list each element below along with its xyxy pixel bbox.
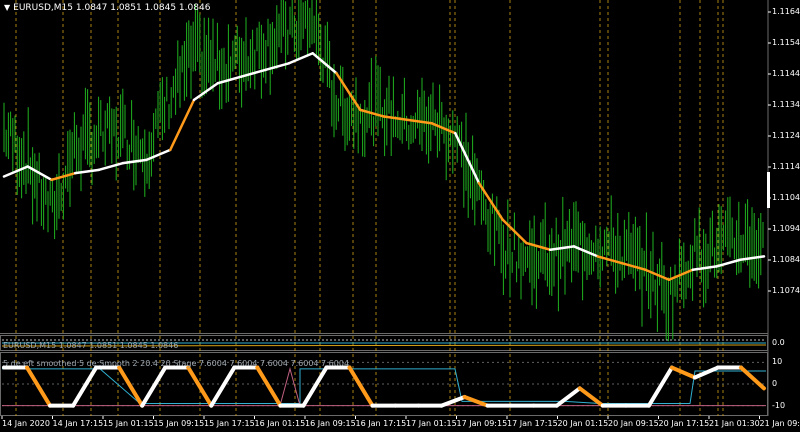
price-axis-label: 1.1144: [772, 69, 800, 78]
moving-average-segment: [169, 98, 196, 152]
indicator2-label: 5 de eft smoothed 5 de Smooth 2 20.4 20 …: [3, 359, 350, 368]
time-axis-label: 15 Jan 17:15: [204, 419, 255, 428]
indicator-axis-label: -10: [772, 400, 786, 410]
moving-average-segment: [311, 52, 338, 75]
indicator-axis-label: 0: [772, 379, 778, 388]
moving-average-segment: [454, 131, 481, 185]
time-axis-label: 16 Jan 17:15: [355, 419, 407, 428]
time-axis-label: 21 Jan 01:30: [709, 419, 760, 428]
indicator2-stage-segment: [669, 365, 697, 380]
indicator-axis-label: 10: [772, 357, 783, 367]
moving-average-segment: [691, 265, 718, 271]
indicator2-stage-segment: [439, 395, 467, 408]
moving-average-segment: [667, 268, 694, 281]
chart-title: ▼ EURUSD,M15 1.0847 1.0851 1.0845 1.0846: [4, 3, 210, 13]
indicator2-stage-segment: [25, 365, 53, 408]
indicator2-stage-segment: [646, 365, 674, 408]
ohlc-values: 1.0847 1.0851 1.0845 1.0846: [75, 3, 211, 13]
dropdown-triangle-icon[interactable]: ▼: [4, 3, 10, 12]
indicator2-stage-segment: [255, 365, 283, 408]
price-axis-label: 1.1074: [772, 286, 800, 295]
time-axis-label: 17 Jan 17:15: [507, 419, 558, 428]
time-axis-label: 21 Jan 09:30: [759, 419, 800, 428]
indicator1-label: EURUSD,M15 1.0847 1.0851 1.0845 1.0846: [3, 341, 179, 350]
price-axis-label: 1.1124: [772, 131, 800, 140]
symbol-label: EURUSD,M15: [13, 3, 73, 13]
price-axis-label: 1.1134: [772, 100, 800, 109]
indicator2-stage-segment: [301, 365, 329, 408]
time-axis-label: 17 Jan 01:15: [406, 419, 457, 428]
moving-average-segment: [477, 181, 504, 222]
indicator2-stage-segment: [209, 365, 237, 408]
moving-average-segment: [335, 72, 362, 112]
moving-average-segment: [572, 245, 599, 258]
indicator2-stage-segment: [140, 365, 168, 408]
moving-average-segment: [287, 52, 314, 65]
time-axis-label: 17 Jan 09:15: [456, 419, 508, 428]
time-axis-label: 20 Jan 09:15: [608, 419, 659, 428]
price-axis-label: 1.1164: [772, 7, 800, 16]
price-axis-label: 1.1094: [772, 224, 800, 233]
moving-average-segment: [192, 82, 219, 102]
time-axis-label: 20 Jan 01:15: [557, 419, 609, 428]
price-axis-label: 1.1154: [772, 38, 800, 47]
time-axis-label: 20 Jan 17:15: [658, 419, 710, 428]
indicator2-stage-segment: [117, 365, 145, 408]
time-axis-label: 14 Jan 17:15: [52, 419, 104, 428]
time-axis-label: 16 Jan 09:15: [305, 419, 356, 428]
time-axis-label: 15 Jan 09:15: [153, 419, 205, 428]
time-axis-label: 15 Jan 01:15: [103, 419, 154, 428]
indicator-axis-label: 0.0: [772, 338, 785, 347]
price-axis-label: 1.1114: [772, 162, 800, 171]
moving-average-segment: [97, 161, 124, 172]
indicator2-stage-segment: [692, 365, 720, 380]
price-axis-label: 1.1084: [772, 255, 800, 264]
time-axis-label: 14 Jan 2020: [2, 419, 50, 428]
current-price-marker: [767, 172, 770, 208]
indicator2-stage-segment: [554, 386, 582, 408]
moving-average-segment: [145, 148, 172, 162]
indicator2-stage-segment: [71, 365, 99, 408]
price-axis-label: 1.1104: [772, 193, 800, 202]
time-axis-label: 16 Jan 01:15: [254, 419, 306, 428]
